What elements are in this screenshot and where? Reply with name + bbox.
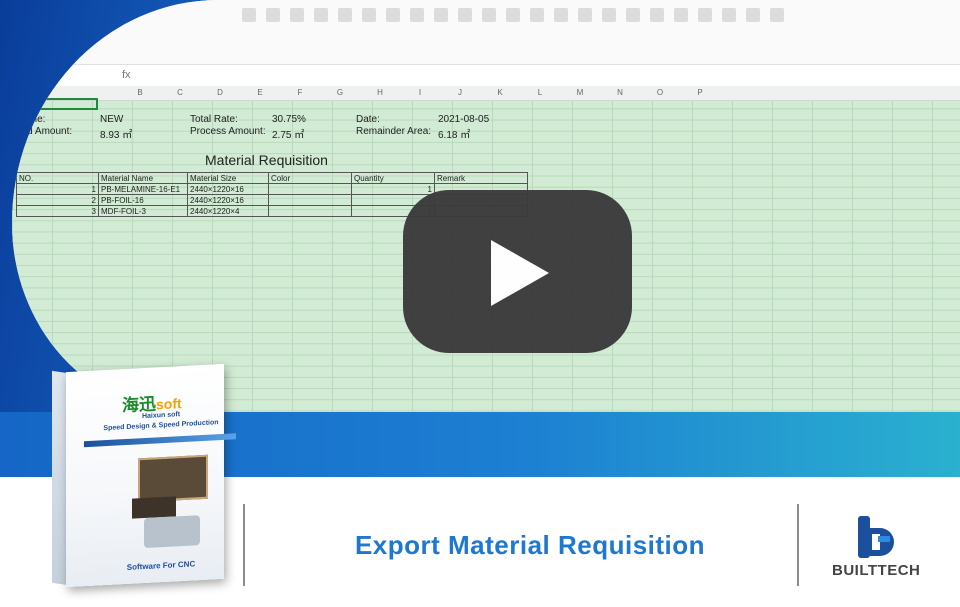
- header-remark: Remark: [434, 172, 528, 184]
- cell-color: [268, 194, 352, 206]
- style-icon[interactable]: [554, 8, 568, 22]
- column-header[interactable]: M: [570, 88, 590, 97]
- date-value: 2021-08-05: [438, 114, 490, 125]
- column-header[interactable]: P: [690, 88, 710, 97]
- cabinet-base-image: [132, 496, 176, 519]
- row-col-icon[interactable]: [698, 8, 712, 22]
- footer-divider-right: [797, 504, 799, 586]
- cell-no: 3: [16, 205, 99, 217]
- column-header[interactable]: C: [170, 88, 190, 97]
- column-header[interactable]: G: [330, 88, 350, 97]
- column-header[interactable]: E: [250, 88, 270, 97]
- percent-icon[interactable]: [458, 8, 472, 22]
- cnc-machine-image: [144, 515, 200, 549]
- total-rate-label: Total Rate:: [190, 114, 238, 125]
- remainder-label: Remainder Area:: [356, 126, 432, 137]
- align-left-icon[interactable]: [338, 8, 352, 22]
- product-box-front: 海迅soft Haixun soft Speed Design & Speed …: [66, 363, 236, 588]
- column-header[interactable]: I: [410, 88, 430, 97]
- remainder-value: 6.18 ㎡: [438, 130, 471, 141]
- fx-label: fx: [122, 69, 131, 81]
- column-header[interactable]: L: [530, 88, 550, 97]
- table-tools-icon[interactable]: [746, 8, 760, 22]
- table-title: Material Requisition: [205, 152, 328, 168]
- ribbon-icons: [242, 8, 784, 22]
- align-center-icon[interactable]: [362, 8, 376, 22]
- cell-quantity: 1: [351, 183, 435, 195]
- cell-no: 2: [16, 194, 99, 206]
- footer-title: Export Material Requisition: [354, 530, 706, 560]
- filter-icon[interactable]: [602, 8, 616, 22]
- cell-material-size: 2440×1220×16: [187, 183, 269, 195]
- name-value: NEW: [100, 114, 124, 125]
- currency-icon[interactable]: [434, 8, 448, 22]
- product-box: 海迅soft Haixun soft Speed Design & Speed …: [52, 360, 236, 588]
- cell-color: [268, 205, 352, 217]
- cell-material-size: 2440×1220×16: [187, 194, 269, 206]
- cell-material-name: PB-MELAMINE-16-E1: [98, 183, 188, 195]
- column-header[interactable]: J: [450, 88, 470, 97]
- border-icon[interactable]: [242, 8, 256, 22]
- find-icon[interactable]: [770, 8, 784, 22]
- process-amount-label: Process Amount:: [190, 126, 266, 137]
- column-header[interactable]: D: [210, 88, 230, 97]
- product-stripe: [84, 433, 236, 448]
- total-rate-value: 30.75%: [272, 114, 306, 125]
- header-color: Color: [268, 172, 352, 184]
- name-label: Name:: [16, 114, 46, 125]
- used-amount-label: ned Amount:: [16, 126, 73, 137]
- column-header[interactable]: K: [490, 88, 510, 97]
- cell-material-name: MDF-FOIL-3: [98, 205, 188, 217]
- used-amount-value: 8.93 ㎡: [100, 130, 133, 141]
- header-material-name: Material Name: [98, 172, 188, 184]
- footer-divider-left: [243, 504, 245, 586]
- cell-no: 1: [16, 183, 99, 195]
- sheet-icon[interactable]: [722, 8, 736, 22]
- fill-series-icon[interactable]: [650, 8, 664, 22]
- column-header[interactable]: H: [370, 88, 390, 97]
- header-material-size: Material Size: [187, 172, 269, 184]
- fill-icon[interactable]: [266, 8, 280, 22]
- formula-bar[interactable]: fx: [12, 66, 960, 87]
- column-header[interactable]: N: [610, 88, 630, 97]
- font-color-icon[interactable]: [290, 8, 304, 22]
- column-header[interactable]: F: [290, 88, 310, 97]
- builttech-logo-text: BUILTTECH: [832, 562, 921, 579]
- cell-material-size: 2440×1220×4: [187, 205, 269, 217]
- cabinet-image: [138, 454, 208, 503]
- column-header[interactable]: B: [130, 88, 150, 97]
- header-no: NO.: [16, 172, 99, 184]
- column-headers: B C D E F G H I J K L M N O P: [12, 86, 960, 101]
- play-icon: [491, 240, 549, 306]
- sort-icon[interactable]: [626, 8, 640, 22]
- sum-icon[interactable]: [578, 8, 592, 22]
- product-footer: Software For CNC: [126, 559, 196, 572]
- header-quantity: Quantity: [351, 172, 435, 184]
- cell-color: [268, 183, 352, 195]
- product-subtitle: Haixun soft Speed Design & Speed Product…: [86, 407, 236, 435]
- merge-icon[interactable]: [410, 8, 424, 22]
- decimal-icon[interactable]: [506, 8, 520, 22]
- video-play-button[interactable]: [403, 190, 632, 353]
- cell-icon[interactable]: [674, 8, 688, 22]
- align-right-icon[interactable]: [386, 8, 400, 22]
- selected-cell[interactable]: [16, 98, 98, 110]
- ribbon-toolbar: [12, 0, 960, 65]
- clear-icon[interactable]: [314, 8, 328, 22]
- column-header[interactable]: O: [650, 88, 670, 97]
- format-icon[interactable]: [530, 8, 544, 22]
- cell-material-name: PB-FOIL-16: [98, 194, 188, 206]
- date-label: Date:: [356, 114, 380, 125]
- thousand-icon[interactable]: [482, 8, 496, 22]
- process-amount-value: 2.75 ㎡: [272, 130, 305, 141]
